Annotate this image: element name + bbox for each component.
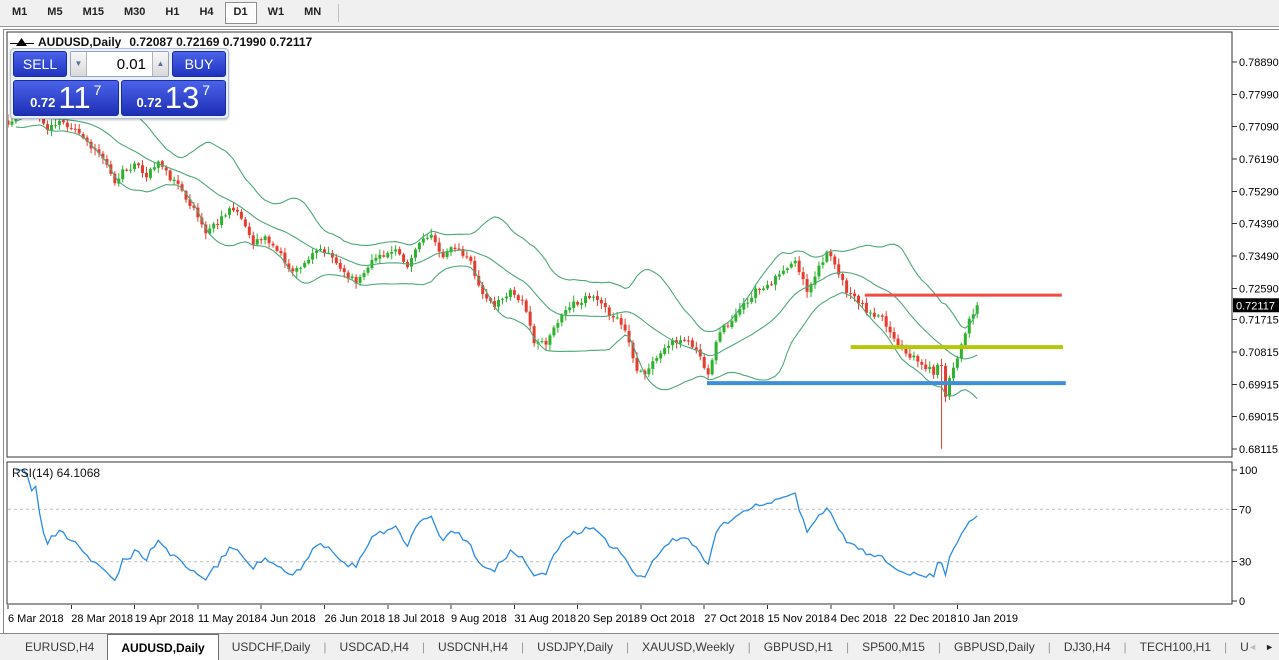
time-axis-label: 6 Mar 2018 [8, 613, 64, 625]
time-axis-label: 22 Dec 2018 [894, 613, 956, 625]
price-axis-label: 0.69015 [1239, 412, 1279, 424]
timeframe-button-mn[interactable]: MN [295, 2, 330, 23]
time-axis-label: 20 Sep 2018 [578, 613, 640, 625]
chart-tab-gbpusd-h1[interactable]: GBPUSD,H1 [751, 634, 846, 660]
price-axis-label: 0.73490 [1239, 251, 1279, 263]
rsi-axis-label: 100 [1239, 465, 1257, 477]
chart-tab-usdjpy-daily[interactable]: USDJPY,Daily [524, 634, 626, 660]
sell-button[interactable]: SELL [13, 51, 67, 77]
time-axis-label: 18 Jul 2018 [388, 613, 445, 625]
chart-title: AUDUSD,Daily 0.72087 0.72169 0.71990 0.7… [10, 35, 312, 49]
chart-tab-usdchf-daily[interactable]: USDCHF,Daily [219, 634, 324, 660]
rsi-indicator-label: RSI(14) 64.1068 [12, 466, 101, 480]
price-axis[interactable]: 0.78890 0.77990 0.77090 0.76190 0.75290 0.743… [1232, 57, 1279, 456]
price-axis-label: 0.78890 [1239, 57, 1279, 69]
timeframe-button-h1[interactable]: H1 [156, 2, 188, 23]
chart-tab-usdcnh-h4[interactable]: USDCNH,H4 [425, 634, 521, 660]
one-click-trading-panel: SELL ▼ ▲ BUY 0.72 11 7 0.72 13 7 [10, 48, 229, 119]
chart-tab-ukoil-h1[interactable]: UKOil,H1 [1227, 634, 1248, 660]
chart-ohlc-values: 0.72087 0.72169 0.71990 0.72117 [129, 35, 313, 49]
price-axis-label: 0.69915 [1239, 379, 1279, 391]
price-axis-label: 0.76190 [1239, 154, 1279, 166]
timeframe-button-m1[interactable]: M1 [3, 2, 36, 23]
timeframe-button-m15[interactable]: M15 [74, 2, 113, 23]
time-axis-label: 4 Jun 2018 [261, 613, 315, 625]
price-axis-label: 0.72590 [1239, 283, 1279, 295]
sell-price-prefix: 0.72 [30, 94, 56, 110]
chart-tab-usdcad-h4[interactable]: USDCAD,H4 [327, 634, 422, 660]
current-price-tag: 0.72117 [1233, 298, 1279, 313]
chart-tab-audusd-daily[interactable]: AUDUSD,Daily [107, 634, 219, 660]
chart-tab-sp500-m15[interactable]: SP500,M15 [849, 634, 938, 660]
rsi-axis-label: 30 [1239, 557, 1251, 569]
time-axis-label: 27 Oct 2018 [704, 613, 764, 625]
chart-tabs: EURUSD,H4 AUDUSD,Daily USDCHF,Daily | USDCAD… [0, 634, 1248, 660]
buy-price-button[interactable]: 0.72 13 7 [120, 80, 226, 116]
sell-price-button[interactable]: 0.72 11 7 [13, 80, 119, 116]
buy-button[interactable]: BUY [172, 51, 226, 77]
time-axis[interactable]: 6 Mar 2018 28 Mar 2018 19 Apr 2018 11 May 2… [7, 605, 1018, 625]
time-axis-label: 9 Aug 2018 [451, 613, 507, 625]
buy-price-pip: 7 [202, 82, 211, 98]
buy-price-prefix: 0.72 [136, 94, 162, 110]
chart-tab-gbpusd-daily[interactable]: GBPUSD,Daily [941, 634, 1048, 660]
time-axis-label: 28 Mar 2018 [71, 613, 133, 625]
sell-price-pip: 7 [93, 82, 102, 98]
timeframe-toolbar: M1 M5 M15 M30 H1 H4 D1 W1 MN [0, 0, 1279, 27]
time-axis-label: 4 Dec 2018 [831, 613, 887, 625]
price-axis-label: 0.70815 [1239, 347, 1279, 359]
chart-tab-xauusd-weekly[interactable]: XAUUSD,Weekly [629, 634, 747, 660]
volume-stepper: ▼ ▲ [70, 51, 169, 77]
price-axis-label: 0.75290 [1239, 186, 1279, 198]
svg-text:0.72117: 0.72117 [1236, 300, 1275, 312]
chart-tab-dj30-h4[interactable]: DJ30,H4 [1051, 634, 1124, 660]
price-axis-label: 0.77090 [1239, 122, 1279, 134]
toolbar-separator [338, 4, 340, 22]
rsi-axis[interactable]: 100 70 30 0 [1232, 465, 1257, 608]
price-axis-label: 0.71715 [1239, 315, 1279, 327]
time-axis-label: 26 Jun 2018 [324, 613, 385, 625]
chart-tabs-bar: EURUSD,H4 AUDUSD,Daily USDCHF,Daily | USDCAD… [0, 633, 1279, 660]
time-axis-label: 11 May 2018 [198, 613, 261, 625]
chart-tab-tech100-h1[interactable]: TECH100,H1 [1127, 634, 1224, 660]
rsi-axis-label: 0 [1239, 596, 1245, 608]
time-axis-label: 10 Jan 2019 [957, 613, 1018, 625]
price-axis-label: 0.68115 [1239, 444, 1278, 456]
timeframe-button-m5[interactable]: M5 [38, 2, 71, 23]
buy-price-big: 13 [164, 80, 200, 115]
timeframe-button-m30[interactable]: M30 [115, 2, 154, 23]
chart-symbol-label: AUDUSD,Daily [38, 35, 122, 49]
volume-increase-button[interactable]: ▲ [152, 52, 168, 76]
time-axis-label: 19 Apr 2018 [135, 613, 194, 625]
collapse-arrow-icon[interactable] [10, 37, 34, 47]
volume-input[interactable] [87, 52, 152, 76]
timeframe-button-d1[interactable]: D1 [224, 2, 257, 24]
time-axis-label: 31 Aug 2018 [514, 613, 576, 625]
scroll-right-icon[interactable]: ► [1265, 642, 1274, 652]
scroll-left-icon[interactable]: ◄ [1248, 642, 1257, 652]
time-axis-label: 9 Oct 2018 [641, 613, 695, 625]
time-axis-label: 15 Nov 2018 [768, 613, 830, 625]
timeframe-button-w1[interactable]: W1 [259, 2, 294, 23]
price-axis-label: 0.77990 [1239, 89, 1279, 101]
sell-price-big: 11 [58, 80, 91, 115]
timeframe-button-h4[interactable]: H4 [190, 2, 222, 23]
volume-decrease-button[interactable]: ▼ [71, 52, 87, 76]
price-axis-label: 0.74390 [1239, 219, 1279, 231]
tab-scroll-arrows: ◄ ► [1248, 634, 1279, 660]
mt4-terminal: { "toolbar":{ "timeframes":["M1","M5","M… [0, 0, 1279, 660]
rsi-axis-label: 70 [1239, 504, 1251, 516]
chart-tab-eurusd-h4[interactable]: EURUSD,H4 [12, 634, 107, 660]
